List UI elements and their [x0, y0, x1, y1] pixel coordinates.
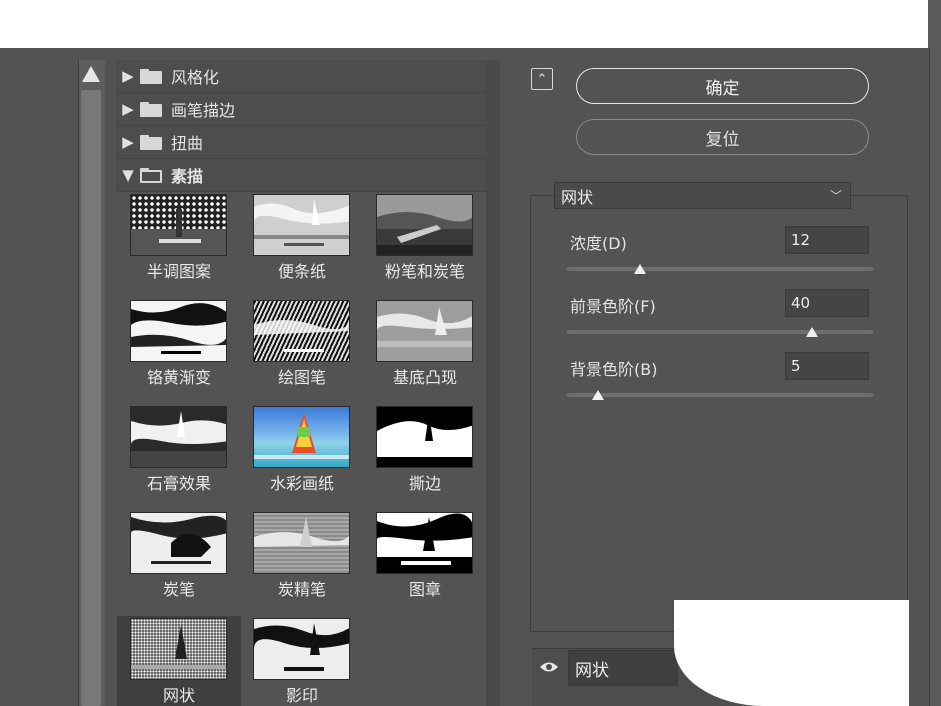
chevron-down-icon: ﹀ — [829, 189, 842, 203]
filter-gallery: ▶ 风格化 ▶ 画笔描边 ▶ 扭曲 ▼ 素描 半调图案 便条纸 粉笔和炭笔 铬黄… — [116, 60, 486, 706]
background-level-input[interactable]: 5 — [785, 352, 869, 380]
filter-plaster[interactable]: 石膏效果 — [117, 404, 241, 510]
filter-thumbnail — [253, 194, 350, 256]
param-label-density: 浓度(D) — [570, 234, 627, 253]
filter-label: 石膏效果 — [146, 474, 211, 493]
filter-thumbnail — [130, 618, 227, 680]
filter-thumbnail — [253, 300, 350, 362]
background-level-slider-knob[interactable] — [591, 390, 604, 400]
filter-thumbnail — [376, 406, 473, 468]
category-brush-strokes[interactable]: ▶ 画笔描边 — [116, 93, 486, 126]
filter-thumbnail — [253, 406, 350, 468]
filter-thumbnail — [130, 300, 227, 362]
scrollbar-thumb[interactable] — [81, 90, 101, 706]
folder-icon — [140, 68, 162, 84]
filter-select[interactable]: 网状 ﹀ — [554, 182, 851, 209]
category-sketch[interactable]: ▼ 素描 — [116, 159, 486, 192]
category-stylize[interactable]: ▶ 风格化 — [116, 60, 486, 93]
filter-label: 影印 — [285, 686, 318, 705]
filter-chalk-charcoal[interactable]: 粉笔和炭笔 — [363, 192, 487, 298]
triangle-right-icon: ▶ — [122, 100, 134, 118]
filter-chrome[interactable]: 铬黄渐变 — [117, 298, 241, 404]
scroll-up-icon[interactable] — [82, 66, 100, 82]
density-slider[interactable] — [567, 267, 873, 271]
foreground-level-slider-knob[interactable] — [805, 327, 818, 337]
title-bar-edge — [928, 0, 941, 48]
filter-label: 网状 — [162, 686, 195, 705]
category-distort[interactable]: ▶ 扭曲 — [116, 126, 486, 159]
triangle-right-icon: ▶ — [122, 133, 134, 151]
filter-thumbnail — [376, 194, 473, 256]
filter-label: 半调图案 — [146, 262, 211, 281]
filter-thumbnail — [130, 512, 227, 574]
filter-label: 便条纸 — [277, 262, 326, 281]
filter-label: 粉笔和炭笔 — [384, 262, 465, 281]
filter-label: 基底凸现 — [392, 368, 457, 387]
filter-torn-edges[interactable]: 撕边 — [363, 404, 487, 510]
filter-thumbnail — [376, 512, 473, 574]
filter-graphic-pen[interactable]: 绘图笔 — [240, 298, 364, 404]
filter-label: 水彩画纸 — [269, 474, 334, 493]
density-input[interactable]: 12 — [785, 226, 869, 254]
filter-thumbnail — [130, 406, 227, 468]
triangle-right-icon: ▶ — [122, 67, 134, 85]
filter-label: 炭精笔 — [277, 580, 326, 599]
filter-thumbnail — [130, 194, 227, 256]
folder-icon — [140, 134, 162, 150]
window-right-edge — [929, 48, 941, 706]
folder-open-icon — [140, 167, 162, 183]
filter-photocopy[interactable]: 影印 — [240, 616, 364, 706]
effect-layer-name[interactable]: 网状 — [568, 650, 678, 686]
filter-label: 铬黄渐变 — [146, 368, 211, 387]
filter-stamp[interactable]: 图章 — [363, 510, 487, 616]
eye-icon[interactable] — [537, 657, 561, 677]
param-label-foreground-level: 前景色阶(F) — [570, 297, 656, 316]
filter-thumbnails: 半调图案 便条纸 粉笔和炭笔 铬黄渐变 绘图笔 基底凸现 石膏效果 水彩画纸 撕… — [116, 192, 486, 706]
filter-select-value: 网状 — [561, 187, 594, 207]
category-label: 画笔描边 — [171, 101, 236, 120]
filter-label: 撕边 — [408, 474, 441, 493]
filter-thumbnail — [253, 618, 350, 680]
category-label: 素描 — [171, 167, 204, 186]
filter-reticulation[interactable]: 网状 — [117, 616, 241, 706]
filter-options-panel — [530, 195, 908, 632]
filter-label: 炭笔 — [162, 580, 195, 599]
filter-conte-crayon[interactable]: 炭精笔 — [240, 510, 364, 616]
filter-charcoal[interactable]: 炭笔 — [117, 510, 241, 616]
category-label: 扭曲 — [171, 134, 204, 153]
ok-button[interactable]: 确定 — [576, 68, 869, 104]
foreground-level-input[interactable]: 40 — [785, 289, 869, 317]
param-label-background-level: 背景色阶(B) — [570, 360, 658, 379]
triangle-down-icon: ▼ — [122, 166, 134, 184]
filter-halftone-pattern[interactable]: 半调图案 — [117, 192, 241, 298]
density-slider-knob[interactable] — [634, 264, 647, 274]
category-label: 风格化 — [171, 68, 220, 87]
title-bar — [0, 0, 928, 48]
filter-label: 绘图笔 — [277, 368, 326, 387]
filter-thumbnail — [376, 300, 473, 362]
filter-note-paper[interactable]: 便条纸 — [240, 192, 364, 298]
folder-icon — [140, 101, 162, 117]
filter-bas-relief[interactable]: 基底凸现 — [363, 298, 487, 404]
reset-button[interactable]: 复位 — [576, 119, 869, 155]
collapse-gallery-icon[interactable]: ⌃ — [531, 68, 553, 90]
filter-water-paper[interactable]: 水彩画纸 — [240, 404, 364, 510]
overlay-blank-area — [674, 600, 909, 706]
gallery-scrollbar[interactable] — [486, 60, 500, 706]
background-level-slider[interactable] — [567, 393, 873, 397]
filter-label: 图章 — [408, 580, 441, 599]
filter-thumbnail — [253, 512, 350, 574]
foreground-level-slider[interactable] — [567, 330, 873, 334]
